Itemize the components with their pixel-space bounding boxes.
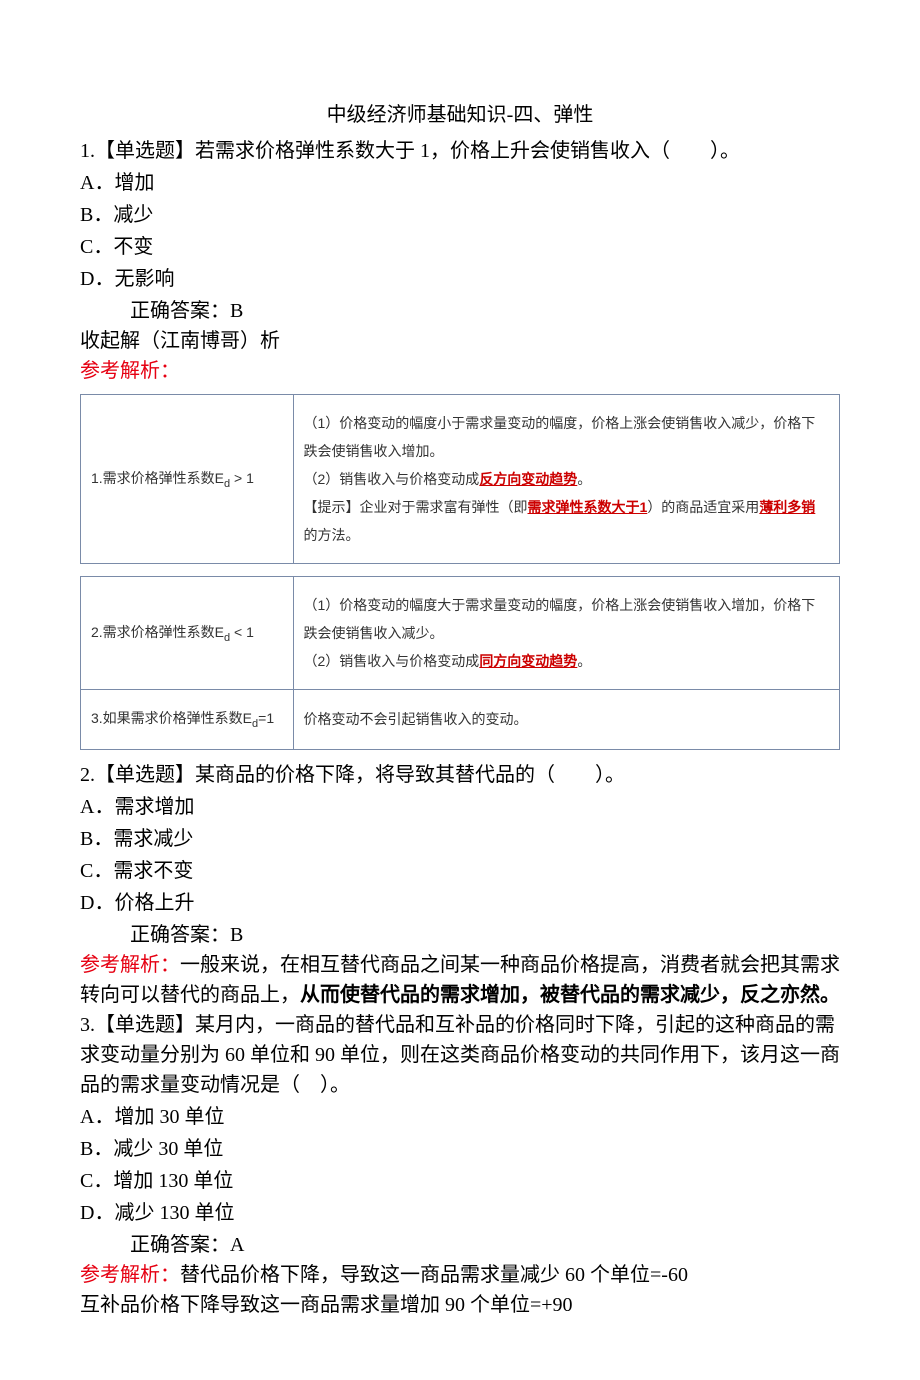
q2-analysis: 参考解析：一般来说，在相互替代商品之间某一种商品价格提高，消费者就会把其需求转向… (80, 950, 840, 1010)
q3-analysis-line1: 参考解析：替代品价格下降，导致这一商品需求量减少 60 个单位=-60 (80, 1260, 840, 1290)
table-text: （2）销售收入与价格变动成同方向变动趋势。 (304, 647, 829, 675)
q1-option-c: C．不变 (80, 232, 840, 262)
q1-option-d: D．无影响 (80, 264, 840, 294)
q2-option-a: A．需求增加 (80, 792, 840, 822)
q2-analysis-text2: 从而使替代品的需求增加，被替代品的需求减少，反之亦然。 (300, 984, 840, 1006)
q3-option-b: B．减少 30 单位 (80, 1134, 840, 1164)
q3-analysis-line2: 互补品价格下降导致这一商品需求量增加 90 个单位=+90 (80, 1290, 840, 1320)
q1-answer: 正确答案：B (80, 296, 840, 326)
page-title: 中级经济师基础知识-四、弹性 (80, 100, 840, 130)
q3-analysis-text1: 替代品价格下降，导致这一商品需求量减少 60 个单位=-60 (180, 1264, 688, 1286)
q1-option-a: A．增加 (80, 168, 840, 198)
table-text: （1）价格变动的幅度小于需求量变动的幅度，价格上涨会使销售收入减少，价格下跌会使… (304, 409, 829, 465)
q3-option-c: C．增加 130 单位 (80, 1166, 840, 1196)
table-text: （2）销售收入与价格变动成反方向变动趋势。 (304, 465, 829, 493)
q1-collapse-line: 收起解（江南博哥）析 (80, 326, 840, 356)
table-row: 2.需求价格弹性系数Ed < 1 （1）价格变动的幅度大于需求量变动的幅度，价格… (81, 577, 840, 690)
analysis-table: 1.需求价格弹性系数Ed > 1 （1）价格变动的幅度小于需求量变动的幅度，价格… (80, 394, 840, 750)
table-row: 1.需求价格弹性系数Ed > 1 （1）价格变动的幅度小于需求量变动的幅度，价格… (81, 395, 840, 564)
q2-option-c: C．需求不变 (80, 856, 840, 886)
q3-option-a: A．增加 30 单位 (80, 1102, 840, 1132)
table-row: 3.如果需求价格弹性系数Ed=1 价格变动不会引起销售收入的变动。 (81, 690, 840, 750)
q3-analysis-label: 参考解析： (80, 1264, 180, 1286)
q1-analysis-label: 参考解析： (80, 356, 840, 386)
q2-option-b: B．需求减少 (80, 824, 840, 854)
table-text: 【提示】企业对于需求富有弹性（即需求弹性系数大于1）的商品适宜采用薄利多销的方法… (304, 493, 829, 549)
table-cell-left-1: 1.需求价格弹性系数Ed > 1 (81, 395, 294, 564)
table-cell-left-2: 2.需求价格弹性系数Ed < 1 (81, 577, 294, 690)
q1-stem: 1.【单选题】若需求价格弹性系数大于 1，价格上升会使销售收入（ ）。 (80, 136, 840, 166)
q2-answer: 正确答案：B (80, 920, 840, 950)
table-cell-right-1: （1）价格变动的幅度小于需求量变动的幅度，价格上涨会使销售收入减少，价格下跌会使… (293, 395, 839, 564)
q3-stem: 3.【单选题】某月内，一商品的替代品和互补品的价格同时下降，引起的这种商品的需求… (80, 1010, 840, 1100)
table-cell-right-3: 价格变动不会引起销售收入的变动。 (293, 690, 839, 750)
q1-option-b: B．减少 (80, 200, 840, 230)
table-text: （1）价格变动的幅度大于需求量变动的幅度，价格上涨会使销售收入增加，价格下跌会使… (304, 591, 829, 647)
table-cell-left-3: 3.如果需求价格弹性系数Ed=1 (81, 690, 294, 750)
q2-option-d: D．价格上升 (80, 888, 840, 918)
q3-answer: 正确答案：A (80, 1230, 840, 1260)
q2-analysis-label: 参考解析： (80, 954, 180, 976)
table-cell-right-2: （1）价格变动的幅度大于需求量变动的幅度，价格上涨会使销售收入增加，价格下跌会使… (293, 577, 839, 690)
q3-option-d: D．减少 130 单位 (80, 1198, 840, 1228)
q2-stem: 2.【单选题】某商品的价格下降，将导致其替代品的（ ）。 (80, 760, 840, 790)
